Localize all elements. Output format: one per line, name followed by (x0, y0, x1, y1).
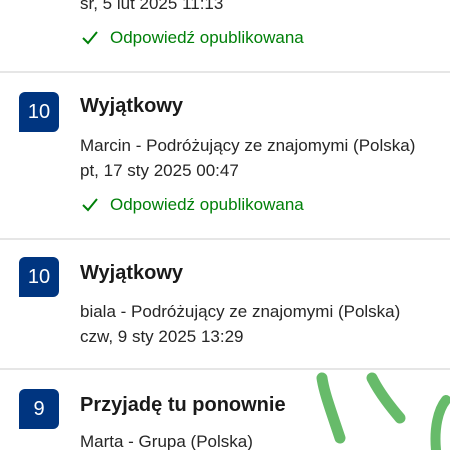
review-date: pt, 17 sty 2025 00:47 (80, 161, 239, 180)
score-badge: 9 (19, 389, 59, 429)
score-badge: 10 (19, 257, 59, 297)
review-date: śr, 5 lut 2025 11:13 (80, 0, 224, 13)
review-author: Marcin - Podróżujący ze znajomymi (Polsk… (80, 136, 416, 155)
response-status-label: Odpowiedź opublikowana (110, 195, 304, 214)
score-badge: 10 (19, 92, 59, 132)
check-icon (82, 31, 98, 45)
response-status: Odpowiedź opublikowana (80, 195, 304, 215)
response-status-label: Odpowiedź opublikowana (110, 28, 304, 47)
review-author: biala - Podróżujący ze znajomymi (Polska… (80, 302, 401, 321)
review-author: Marta - Grupa (Polska) (80, 432, 253, 450)
review-date: czw, 9 sty 2025 13:29 (80, 327, 244, 346)
review-title: Wyjątkowy (80, 95, 183, 117)
response-status: Odpowiedź opublikowana (80, 28, 304, 48)
check-icon (82, 198, 98, 212)
review-title: Wyjątkowy (80, 262, 183, 284)
review-title: Przyjadę tu ponownie (80, 394, 286, 416)
reviews-screen: śr, 5 lut 2025 11:13 Odpowiedź opublikow… (0, 0, 450, 450)
